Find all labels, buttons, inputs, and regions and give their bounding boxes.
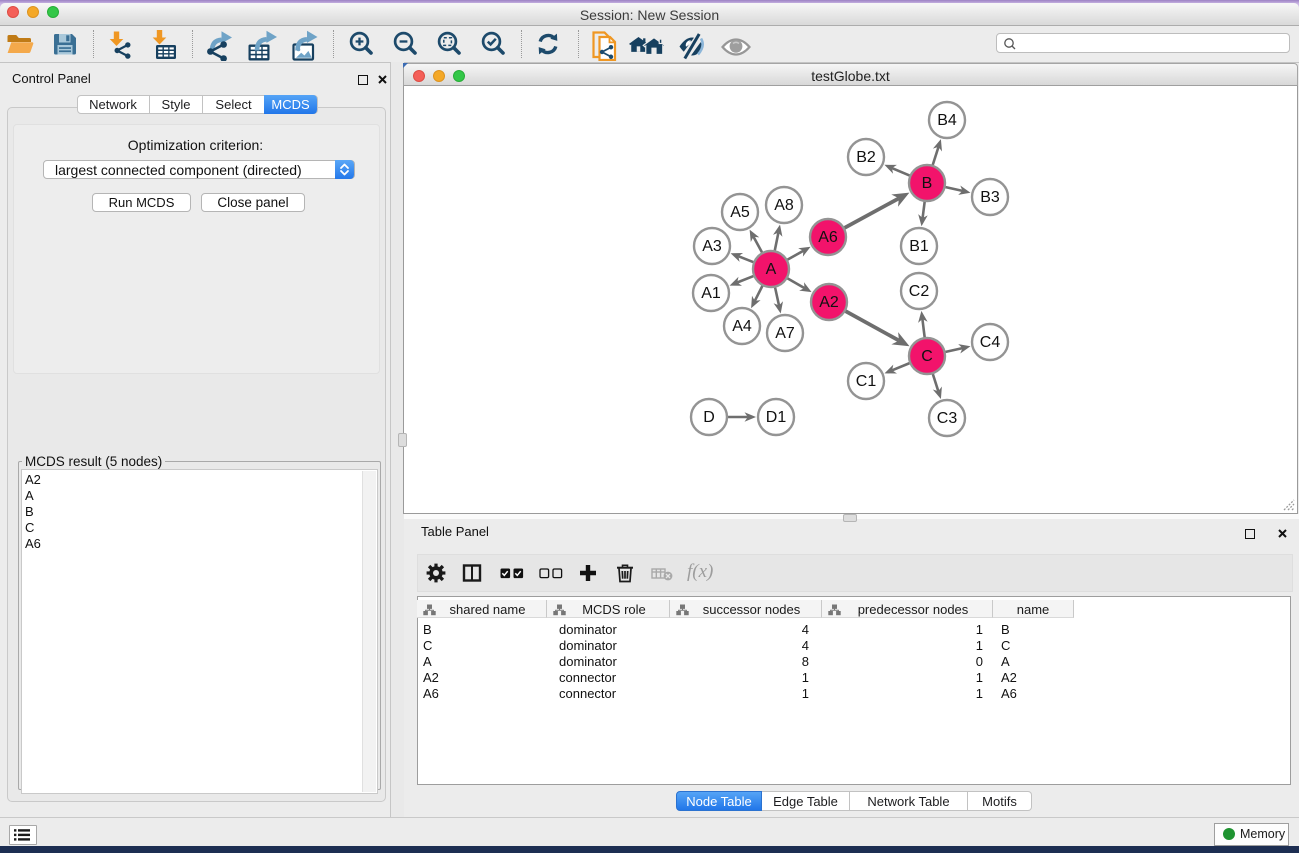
svg-text:B4: B4 <box>937 112 957 129</box>
svg-text:A2: A2 <box>819 294 839 311</box>
svg-text:A5: A5 <box>730 204 750 221</box>
svg-text:A6: A6 <box>818 229 838 246</box>
svg-text:B1: B1 <box>909 238 929 255</box>
svg-text:B2: B2 <box>856 149 876 166</box>
svg-text:A4: A4 <box>732 318 752 335</box>
svg-text:D: D <box>703 409 715 426</box>
svg-text:D1: D1 <box>766 409 787 426</box>
svg-text:A8: A8 <box>774 197 794 214</box>
svg-text:C: C <box>921 348 933 365</box>
svg-text:C4: C4 <box>980 334 1001 351</box>
svg-text:B3: B3 <box>980 189 1000 206</box>
svg-text:B: B <box>922 175 933 192</box>
svg-text:A3: A3 <box>702 238 722 255</box>
svg-text:C2: C2 <box>909 283 930 300</box>
svg-text:A1: A1 <box>701 285 721 302</box>
svg-text:C3: C3 <box>937 410 958 427</box>
svg-text:A: A <box>766 261 777 278</box>
svg-text:A7: A7 <box>775 325 795 342</box>
svg-text:C1: C1 <box>856 373 877 390</box>
